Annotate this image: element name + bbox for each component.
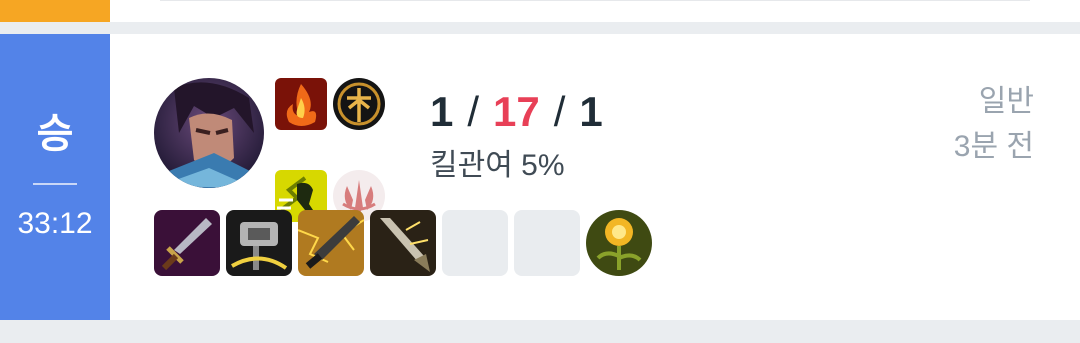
divider	[160, 0, 1030, 1]
champion-portrait[interactable]	[154, 78, 264, 188]
empty-item-slot	[514, 210, 580, 276]
kda-score: 1 / 17 / 1	[430, 88, 603, 136]
warhammer-icon[interactable]	[226, 210, 292, 276]
match-card[interactable]: 승 33:12 1 / 17 / 1 킬관여 5% 일반 3분 전	[0, 34, 1080, 320]
kda-separator: /	[467, 88, 480, 135]
dagger-item-icon[interactable]	[298, 210, 364, 276]
previous-match-card[interactable]	[0, 0, 1080, 22]
previous-result-strip	[0, 0, 110, 22]
long-sword-icon[interactable]	[154, 210, 220, 276]
time-ago: 3분 전	[953, 130, 1034, 163]
result-divider	[33, 183, 77, 185]
deaths-count: 17	[493, 88, 540, 135]
warding-totem-icon[interactable]	[586, 210, 652, 276]
queue-type: 일반	[978, 85, 1034, 118]
result-strip: 승 33:12	[0, 34, 110, 320]
ignite-icon[interactable]	[275, 78, 327, 130]
spear-item-icon[interactable]	[370, 210, 436, 276]
result-label: 승	[36, 112, 74, 156]
game-duration: 33:12	[17, 207, 93, 240]
empty-item-slot	[442, 210, 508, 276]
kills-count: 1	[430, 88, 454, 135]
kda-separator: /	[553, 88, 566, 135]
kill-participation: 킬관여 5%	[430, 149, 565, 182]
conqueror-rune-icon[interactable]	[333, 78, 385, 130]
assists-count: 1	[579, 88, 603, 135]
